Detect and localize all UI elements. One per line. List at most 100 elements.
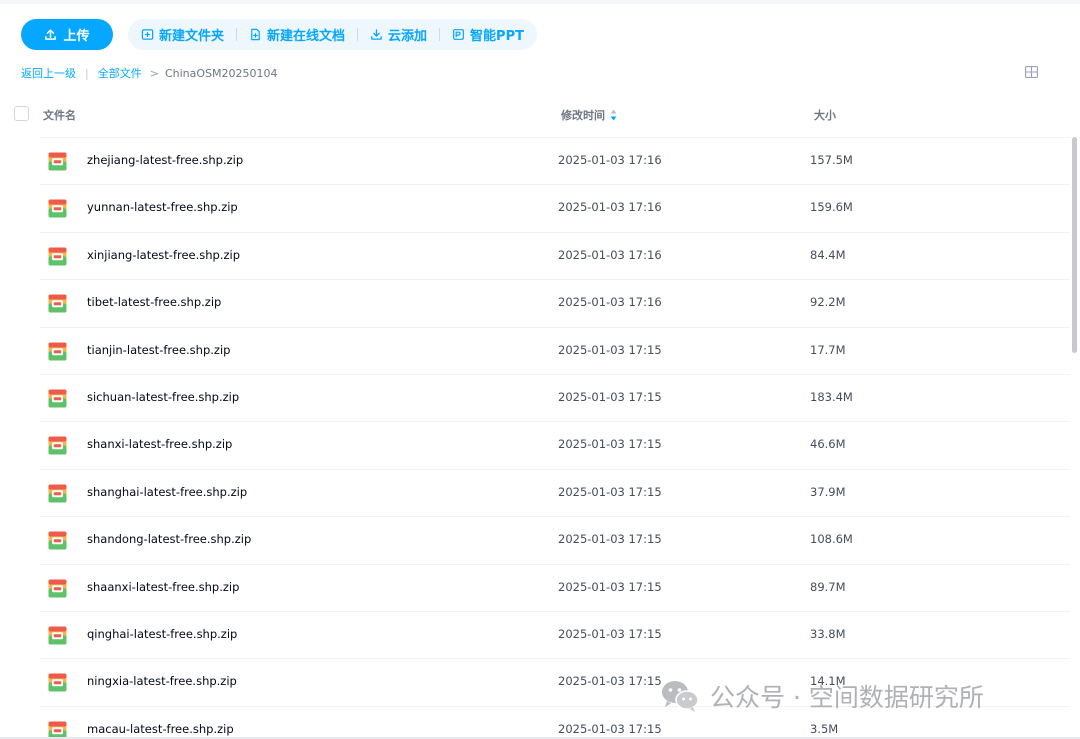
file-modified-time: 2025-01-03 17:16 bbox=[558, 200, 662, 215]
file-size: 159.6M bbox=[810, 200, 853, 215]
file-row[interactable]: tibet-latest-free.shp.zip 2025-01-03 17:1… bbox=[40, 279, 1070, 326]
file-modified-time: 2025-01-03 17:15 bbox=[558, 390, 662, 404]
top-divider bbox=[0, 0, 1080, 4]
upload-button-label: 上传 bbox=[63, 29, 90, 44]
toolbar-divider bbox=[439, 28, 441, 41]
file-row[interactable]: shanxi-latest-free.shp.zip 2025-01-03 17:… bbox=[40, 421, 1070, 468]
file-modified-time: 2025-01-03 17:15 bbox=[558, 342, 662, 357]
ppt-icon bbox=[453, 29, 464, 40]
file-row[interactable]: qinghai-latest-free.shp.zip 2025-01-03 17… bbox=[40, 611, 1070, 658]
file-name[interactable]: sichuan-latest-free.shp.zip bbox=[87, 390, 239, 404]
file-modified-time: 2025-01-03 17:15 bbox=[558, 674, 662, 689]
zip-file-icon bbox=[48, 673, 67, 692]
file-name[interactable]: xinjiang-latest-free.shp.zip bbox=[87, 248, 240, 262]
file-size: 46.6M bbox=[810, 437, 846, 452]
zip-file-icon bbox=[48, 294, 67, 313]
breadcrumb-current: ChinaOSM20250104 bbox=[164, 66, 278, 80]
file-name[interactable]: shaanxi-latest-free.shp.zip bbox=[87, 580, 239, 594]
smart-ppt-label: 智能PPT bbox=[470, 29, 524, 44]
zip-file-icon bbox=[48, 436, 67, 455]
toolbar-divider bbox=[236, 28, 238, 41]
upload-button[interactable]: 上传 bbox=[21, 19, 113, 50]
file-row[interactable]: yunnan-latest-free.shp.zip 2025-01-03 17:… bbox=[40, 184, 1070, 231]
zip-file-icon bbox=[48, 626, 67, 645]
breadcrumb: 返回上一级 | 全部文件 > ChinaOSM20250104 bbox=[21, 65, 277, 81]
select-all-checkbox[interactable] bbox=[14, 106, 29, 121]
column-header-size[interactable]: 大小 bbox=[814, 107, 836, 123]
document-plus-icon bbox=[251, 28, 260, 41]
file-modified-time: 2025-01-03 17:16 bbox=[558, 247, 662, 262]
file-name[interactable]: zhejiang-latest-free.shp.zip bbox=[87, 153, 243, 167]
new-folder-button[interactable]: 新建文件夹 bbox=[140, 25, 225, 44]
file-modified-time: 2025-01-03 17:15 bbox=[558, 484, 662, 499]
file-size: 92.2M bbox=[810, 295, 846, 310]
cloud-add-button[interactable]: 云添加 bbox=[369, 25, 428, 44]
file-name[interactable]: shandong-latest-free.shp.zip bbox=[87, 532, 251, 546]
file-name[interactable]: tianjin-latest-free.shp.zip bbox=[87, 343, 230, 357]
file-size: 157.5M bbox=[810, 153, 853, 167]
zip-file-icon bbox=[48, 199, 67, 218]
sort-icon[interactable] bbox=[610, 109, 617, 121]
file-list-header: 文件名 修改时间 大小 bbox=[0, 100, 1080, 128]
cloud-add-label: 云添加 bbox=[388, 29, 428, 44]
cloud-download-icon bbox=[371, 29, 382, 40]
file-size: 108.6M bbox=[810, 532, 853, 547]
new-online-doc-button[interactable]: 新建在线文档 bbox=[248, 25, 346, 44]
scrollbar-thumb[interactable] bbox=[1072, 137, 1077, 353]
file-list: zhejiang-latest-free.shp.zip 2025-01-03 1… bbox=[0, 137, 1070, 739]
file-size: 183.4M bbox=[810, 390, 853, 404]
file-row[interactable]: zhejiang-latest-free.shp.zip 2025-01-03 1… bbox=[40, 137, 1070, 184]
file-size: 84.4M bbox=[810, 247, 846, 262]
grid-view-icon[interactable] bbox=[1025, 66, 1038, 78]
zip-file-icon bbox=[48, 484, 67, 503]
breadcrumb-separator: | bbox=[85, 66, 89, 80]
file-row[interactable]: tianjin-latest-free.shp.zip 2025-01-03 17… bbox=[40, 326, 1070, 374]
file-size: 3.5M bbox=[810, 721, 839, 736]
column-header-name[interactable]: 文件名 bbox=[43, 107, 76, 123]
zip-file-icon bbox=[48, 152, 67, 171]
file-name[interactable]: shanxi-latest-free.shp.zip bbox=[87, 437, 232, 451]
breadcrumb-all-files-link[interactable]: 全部文件 bbox=[98, 65, 142, 81]
wechat-icon bbox=[662, 681, 699, 712]
folder-plus-icon bbox=[141, 29, 154, 40]
file-row[interactable]: sichuan-latest-free.shp.zip 2025-01-03 17… bbox=[40, 374, 1070, 421]
zip-file-icon bbox=[48, 531, 67, 550]
zip-file-icon bbox=[48, 389, 67, 408]
smart-ppt-button[interactable]: 智能PPT bbox=[451, 25, 525, 44]
watermark-text: 公众号 · 空间数据研究所 bbox=[710, 683, 984, 712]
file-name[interactable]: tibet-latest-free.shp.zip bbox=[87, 295, 221, 309]
file-modified-time: 2025-01-03 17:15 bbox=[558, 579, 662, 594]
file-name[interactable]: shanghai-latest-free.shp.zip bbox=[87, 485, 247, 499]
toolbar-divider bbox=[357, 28, 359, 41]
zip-file-icon bbox=[48, 579, 67, 598]
file-modified-time: 2025-01-03 17:16 bbox=[558, 153, 662, 167]
file-row[interactable]: xinjiang-latest-free.shp.zip 2025-01-03 1… bbox=[40, 231, 1070, 279]
action-group: 新建文件夹 新建在线文档 云添加 智能PPT bbox=[128, 19, 537, 50]
zip-file-icon bbox=[48, 342, 67, 361]
file-name[interactable]: macau-latest-free.shp.zip bbox=[87, 722, 234, 736]
file-size: 89.7M bbox=[810, 579, 846, 594]
breadcrumb-back-link[interactable]: 返回上一级 bbox=[21, 65, 76, 81]
file-modified-time: 2025-01-03 17:15 bbox=[558, 437, 662, 452]
column-header-time-label: 修改时间 bbox=[561, 109, 605, 122]
file-name[interactable]: qinghai-latest-free.shp.zip bbox=[87, 627, 237, 641]
file-row[interactable]: shandong-latest-free.shp.zip 2025-01-03 1… bbox=[40, 516, 1070, 563]
chevron-right-icon: > bbox=[149, 66, 159, 80]
file-name[interactable]: ningxia-latest-free.shp.zip bbox=[87, 674, 237, 688]
file-size: 37.9M bbox=[810, 484, 846, 499]
file-modified-time: 2025-01-03 17:15 bbox=[558, 627, 662, 641]
watermark: 公众号 · 空间数据研究所 bbox=[660, 678, 984, 714]
file-modified-time: 2025-01-03 17:16 bbox=[558, 295, 662, 310]
file-modified-time: 2025-01-03 17:15 bbox=[558, 721, 662, 736]
new-online-doc-label: 新建在线文档 bbox=[267, 29, 346, 44]
file-size: 17.7M bbox=[810, 342, 846, 357]
file-size: 33.8M bbox=[810, 627, 846, 641]
file-row[interactable]: shanghai-latest-free.shp.zip 2025-01-03 1… bbox=[40, 468, 1070, 516]
new-folder-label: 新建文件夹 bbox=[159, 29, 225, 44]
file-name[interactable]: yunnan-latest-free.shp.zip bbox=[87, 200, 238, 214]
file-row[interactable]: shaanxi-latest-free.shp.zip 2025-01-03 17… bbox=[40, 563, 1070, 611]
toolbar: 上传 新建文件夹 新建在线文档 云添加 智能PPT bbox=[21, 19, 537, 50]
upload-icon bbox=[45, 29, 57, 40]
zip-file-icon bbox=[48, 247, 67, 266]
column-header-time[interactable]: 修改时间 bbox=[561, 107, 617, 123]
